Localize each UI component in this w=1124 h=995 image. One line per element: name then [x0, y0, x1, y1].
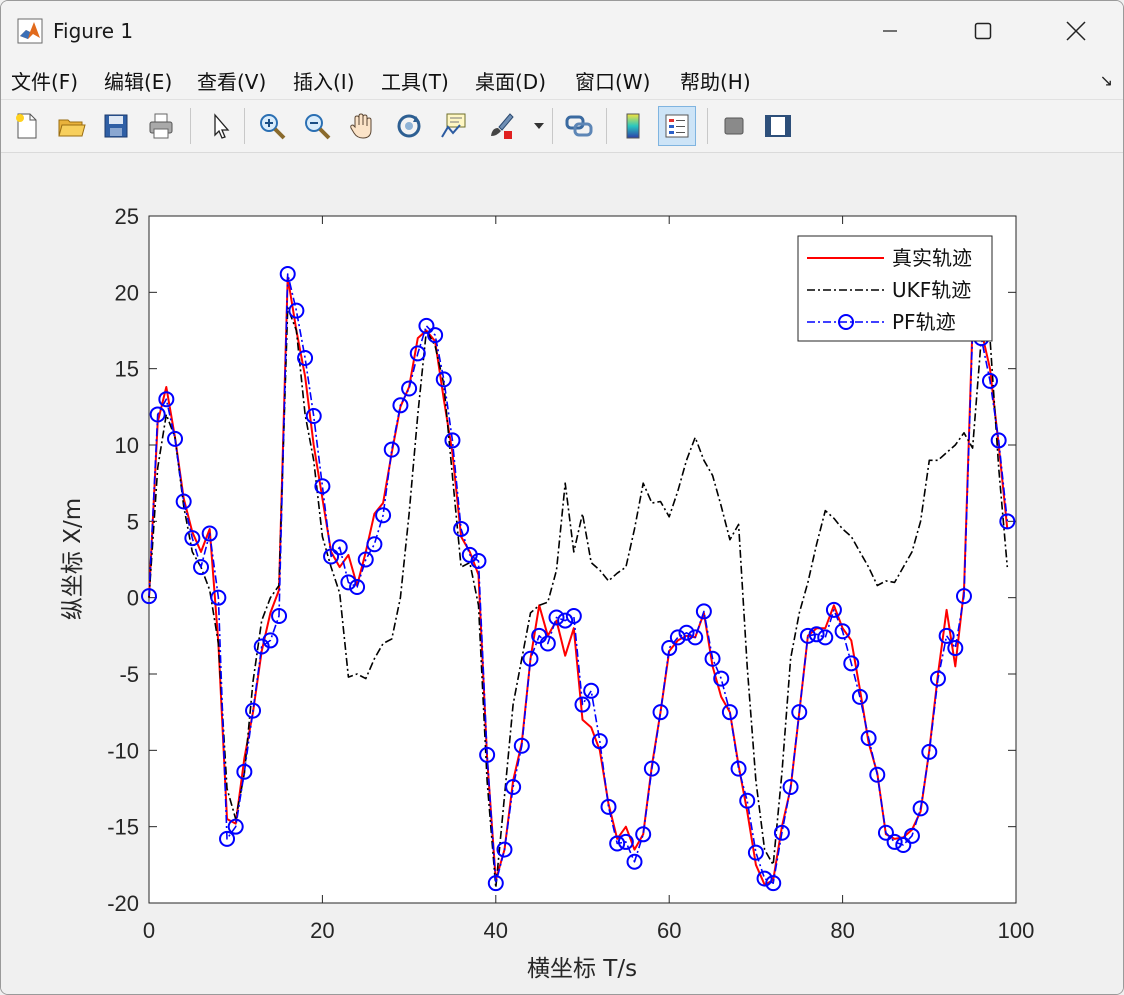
menu-bar: 文件(F) 编辑(E) 查看(V) 插入(I) 工具(T) 桌面(D) 窗口(W…: [1, 61, 1123, 100]
minimize-icon: [883, 30, 897, 32]
show-plot-tools-icon: [765, 115, 791, 137]
x-tick-label: 20: [310, 918, 334, 943]
x-tick-label: 60: [657, 918, 681, 943]
undock-arrow-icon[interactable]: ↘: [1100, 71, 1113, 90]
legend-label-ukf: UKF轨迹: [892, 278, 971, 302]
open-icon: [58, 119, 86, 137]
menu-tools[interactable]: 工具(T): [381, 66, 449, 95]
rotate-3d-icon: [397, 114, 421, 138]
toolbar-separator: [606, 108, 607, 144]
title-bar[interactable]: Figure 1: [1, 1, 1123, 61]
toolbar-separator: [707, 108, 708, 144]
colorbar-button[interactable]: [614, 106, 652, 146]
brush-menu-button[interactable]: [528, 106, 550, 146]
minimize-button[interactable]: [843, 1, 937, 61]
x-tick-label: 80: [830, 918, 854, 943]
show-plot-tools-button[interactable]: [759, 106, 797, 146]
save-icon: [104, 114, 128, 138]
y-tick-label: -10: [107, 738, 139, 763]
data-cursor-icon: [441, 113, 466, 138]
y-tick-label: 20: [115, 280, 139, 305]
zoom-in-icon: [260, 114, 286, 140]
toolbar-separator: [190, 108, 191, 144]
legend[interactable]: 真实轨迹 UKF轨迹 PF轨迹: [797, 235, 993, 342]
save-button[interactable]: [97, 106, 135, 146]
figure-toolbar: [1, 100, 1123, 153]
legend-button[interactable]: [658, 106, 696, 146]
hide-plot-tools-button[interactable]: [715, 106, 753, 146]
line-chart[interactable]: 0 20 40 60 80 100 -20 -15 -10 -5 0 5 10 15 20 25 真实轨迹 U…: [1, 153, 1123, 994]
zoom-in-button[interactable]: [253, 106, 291, 146]
new-figure-button[interactable]: [7, 106, 45, 146]
pan-hand-icon: [350, 113, 372, 139]
data-cursor-button[interactable]: [435, 106, 473, 146]
link-plot-icon: [565, 115, 593, 137]
menu-help[interactable]: 帮助(H): [680, 66, 751, 95]
edit-plot-button[interactable]: [201, 106, 239, 146]
y-tick-label: -5: [119, 662, 139, 687]
legend-label-pf: PF轨迹: [892, 310, 956, 334]
legend-icon: [665, 114, 689, 138]
open-button[interactable]: [52, 106, 90, 146]
x-axis-label: 横坐标 T/s: [527, 956, 637, 982]
chevron-down-icon: [534, 123, 544, 129]
window-title: Figure 1: [53, 19, 134, 43]
y-tick-label: -20: [107, 891, 139, 916]
y-axis-label: 纵坐标 X/m: [60, 498, 86, 620]
y-tick-label: 10: [115, 433, 139, 458]
y-tick-label: 15: [115, 357, 139, 382]
menu-view[interactable]: 查看(V): [197, 66, 266, 95]
maximize-icon: [974, 22, 992, 40]
close-icon: [1066, 21, 1086, 41]
link-plot-button[interactable]: [560, 106, 598, 146]
pan-button[interactable]: [343, 106, 381, 146]
menu-file[interactable]: 文件(F): [11, 66, 78, 95]
new-figure-icon: [16, 113, 37, 139]
menu-insert[interactable]: 插入(I): [293, 66, 355, 95]
close-button[interactable]: [1029, 1, 1123, 61]
legend-label-true: 真实轨迹: [892, 246, 972, 270]
brush-button[interactable]: [482, 106, 520, 146]
brush-icon: [491, 113, 514, 139]
print-icon: [149, 113, 173, 139]
y-tick-label: -15: [107, 815, 139, 840]
menu-window[interactable]: 窗口(W): [575, 66, 650, 95]
colorbar-icon: [626, 113, 640, 139]
edit-plot-arrow-icon: [214, 113, 230, 139]
x-tick-label: 0: [143, 918, 155, 943]
zoom-out-icon: [305, 114, 331, 140]
rotate-3d-button[interactable]: [390, 106, 428, 146]
y-tick-label: 5: [127, 509, 139, 534]
maximize-button[interactable]: [936, 1, 1030, 61]
figure-canvas[interactable]: 0 20 40 60 80 100 -20 -15 -10 -5 0 5 10 15 20 25 真实轨迹 U…: [1, 153, 1123, 994]
x-tick-label: 40: [484, 918, 508, 943]
zoom-out-button[interactable]: [298, 106, 336, 146]
y-tick-label: 25: [115, 204, 139, 229]
y-tick-label: 0: [127, 586, 139, 611]
toolbar-separator: [552, 108, 553, 144]
menu-edit[interactable]: 编辑(E): [104, 66, 172, 95]
matlab-logo-icon: [17, 18, 43, 44]
toolbar-separator: [244, 108, 245, 144]
x-tick-label: 100: [998, 918, 1035, 943]
hide-plot-tools-icon: [724, 117, 744, 135]
menu-desktop[interactable]: 桌面(D): [475, 66, 546, 95]
print-button[interactable]: [142, 106, 180, 146]
figure-window: Figure 1 文件(F) 编辑(E) 查看(V) 插入(I) 工具(T) 桌…: [0, 0, 1124, 995]
